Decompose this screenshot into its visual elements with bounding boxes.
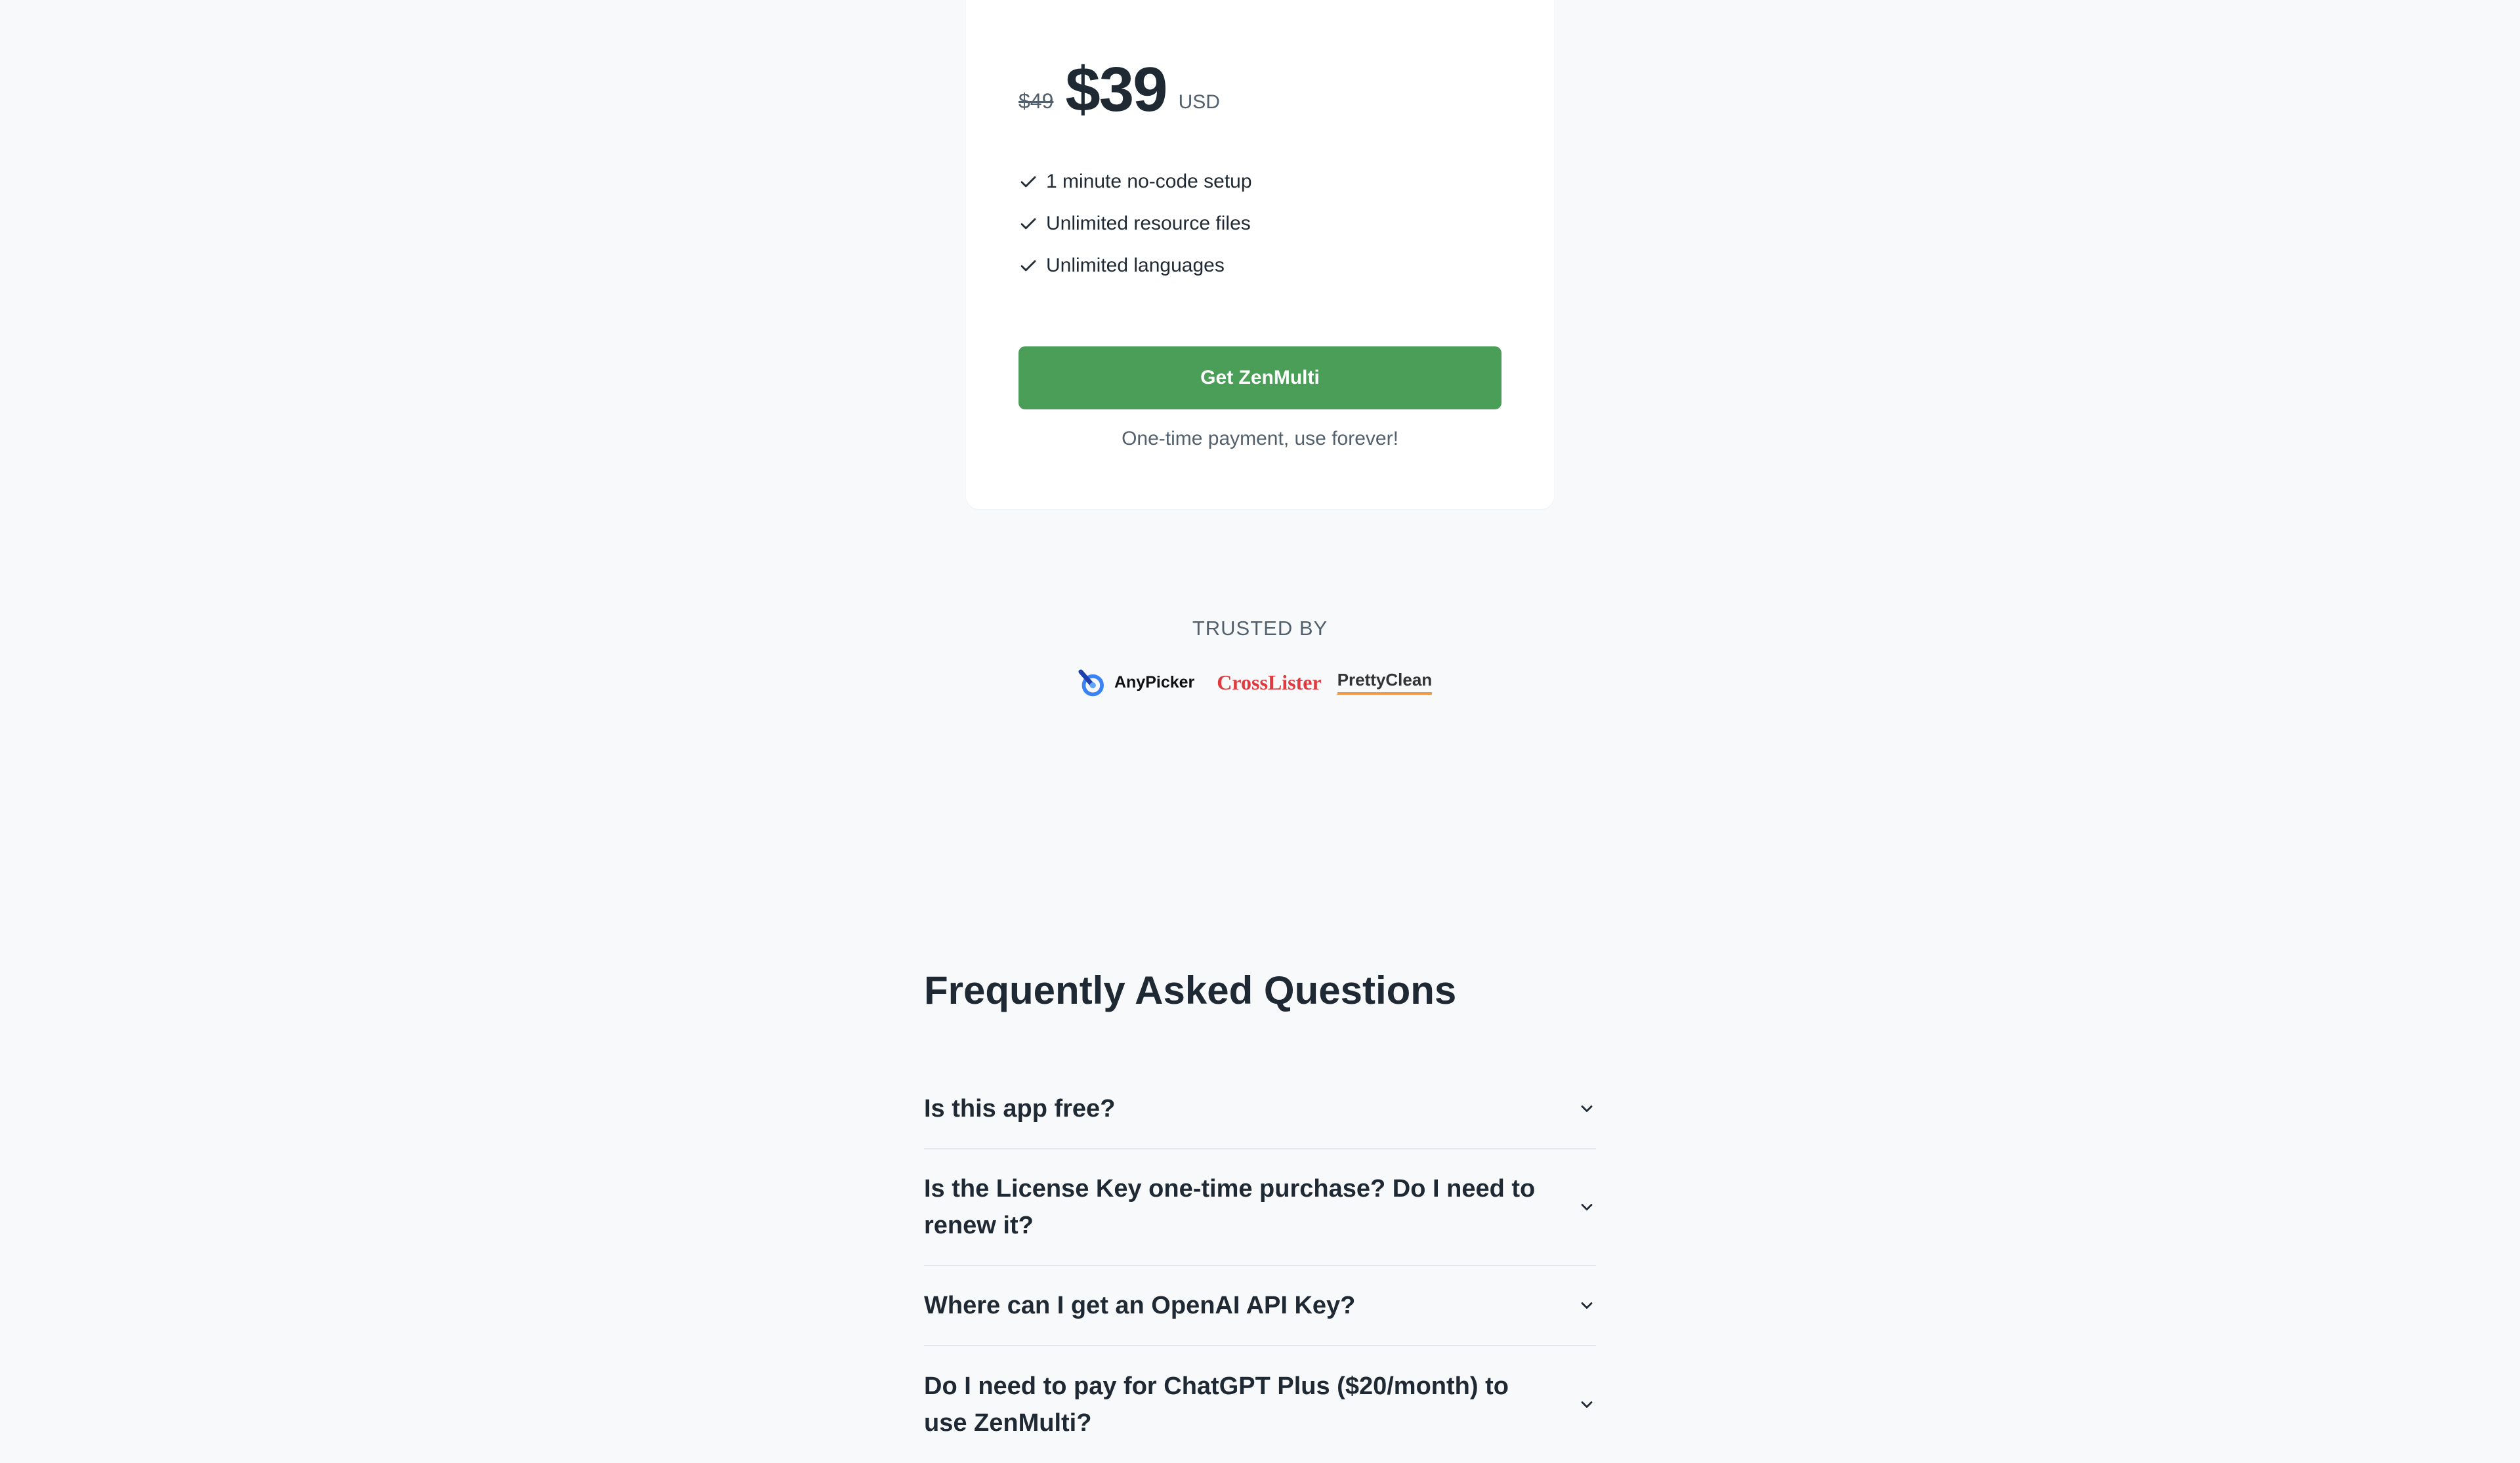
pricing-card: $49 $39 USD 1 minute no-code setup Unlim…: [966, 0, 1554, 509]
feature-item: Unlimited resource files: [1018, 203, 1252, 245]
feature-item: 1 minute no-code setup: [1018, 161, 1252, 203]
feature-label: 1 minute no-code setup: [1046, 171, 1252, 192]
anypicker-wordmark: AnyPicker: [1114, 672, 1195, 691]
faq-question: Do I need to pay for ChatGPT Plus ($20/m…: [924, 1372, 1509, 1437]
feature-item: Unlimited languages: [1018, 245, 1252, 287]
chevron-down-icon: [1578, 1395, 1596, 1414]
faq-heading: Frequently Asked Questions: [924, 968, 1457, 1012]
faq-question: Where can I get an OpenAI API Key?: [924, 1292, 1356, 1319]
feature-label: Unlimited languages: [1046, 255, 1225, 276]
check-icon: [1018, 256, 1038, 276]
feature-list: 1 minute no-code setup Unlimited resourc…: [1018, 161, 1252, 287]
chevron-down-icon: [1578, 1100, 1596, 1118]
payment-note: One-time payment, use forever!: [1122, 428, 1398, 449]
faq-item[interactable]: Where can I get an OpenAI API Key?: [924, 1266, 1596, 1346]
faq-item[interactable]: Is the License Key one-time purchase? Do…: [924, 1149, 1596, 1266]
chevron-down-icon: [1578, 1198, 1596, 1216]
faq-question: Is this app free?: [924, 1095, 1116, 1123]
prettyclean-logo[interactable]: PrettyClean: [1337, 670, 1433, 695]
current-price: $39: [1065, 54, 1167, 125]
faq-question: Is the License Key one-time purchase? Do…: [924, 1175, 1536, 1239]
currency-label: USD: [1178, 91, 1220, 113]
faq-item[interactable]: Is this app free?: [924, 1069, 1596, 1149]
get-zenmulti-button[interactable]: Get ZenMulti: [1018, 346, 1502, 409]
check-icon: [1018, 172, 1038, 192]
old-price: $49: [1018, 89, 1054, 113]
price-row: $49 $39 USD: [1018, 49, 1220, 121]
crosslister-logo[interactable]: CrossLister: [1217, 670, 1321, 695]
check-icon: [1018, 214, 1038, 234]
trusted-logos: AnyPicker CrossLister PrettyClean: [1076, 663, 1433, 702]
feature-label: Unlimited resource files: [1046, 213, 1251, 234]
faq-list: Is this app free? Is the License Key one…: [924, 1069, 1596, 1463]
anypicker-icon: [1078, 669, 1104, 697]
faq-item[interactable]: Do I need to pay for ChatGPT Plus ($20/m…: [924, 1346, 1596, 1463]
chevron-down-icon: [1578, 1296, 1596, 1315]
anypicker-logo[interactable]: AnyPicker: [1076, 667, 1194, 697]
trusted-by-label: TRUSTED BY: [1192, 617, 1328, 640]
